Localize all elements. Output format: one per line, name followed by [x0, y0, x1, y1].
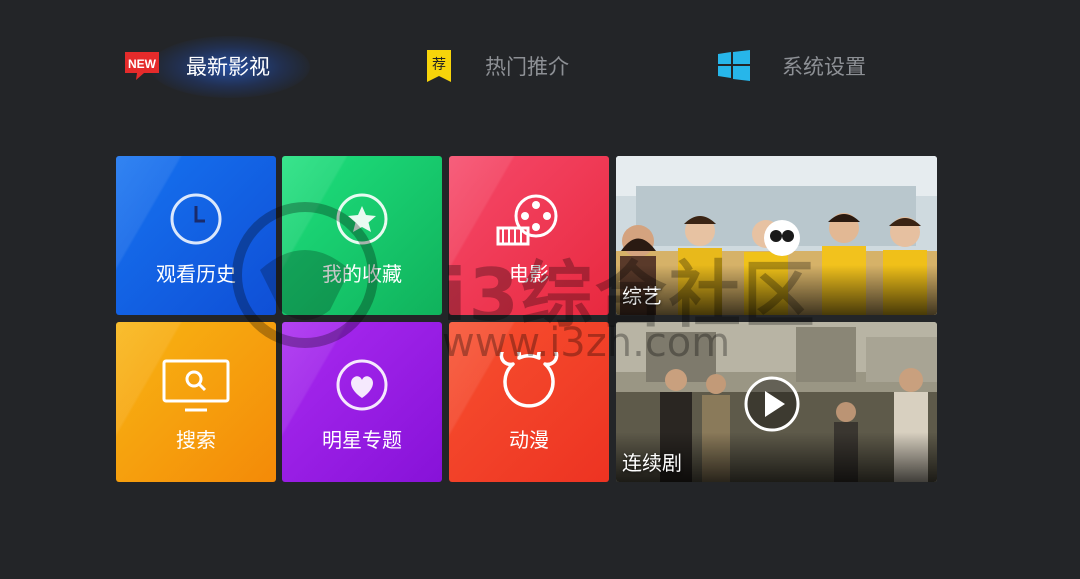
film-reel-icon — [496, 194, 558, 246]
play-icon[interactable] — [743, 375, 801, 433]
tile-variety-label: 综艺 — [622, 284, 662, 308]
tile-stars-label: 明星专题 — [322, 428, 402, 452]
clock-icon — [170, 193, 222, 245]
tile-movie-label: 电影 — [509, 262, 549, 286]
nav-settings[interactable]: 系统设置 — [717, 40, 866, 92]
tile-variety[interactable]: 综艺 — [616, 156, 937, 315]
tile-favorites-label: 我的收藏 — [322, 262, 402, 286]
tile-anime[interactable]: 动漫 — [449, 322, 609, 482]
monitor-search-icon — [162, 359, 230, 412]
recommend-badge-text: 荐 — [432, 57, 446, 73]
tile-favorites[interactable]: 我的收藏 — [282, 156, 442, 315]
nav-settings-label: 系统设置 — [782, 55, 866, 79]
new-badge-text: NEW — [128, 57, 157, 71]
tile-anime-label: 动漫 — [509, 428, 549, 452]
star-icon — [336, 193, 388, 245]
new-badge-icon: NEW — [125, 52, 159, 80]
tile-stars[interactable]: 明星专题 — [282, 322, 442, 482]
bear-icon — [499, 352, 559, 408]
nav-latest-label: 最新影视 — [186, 55, 270, 79]
tile-series[interactable]: 连续剧 — [616, 322, 937, 482]
tile-search[interactable]: 搜索 — [116, 322, 276, 482]
nav-latest[interactable]: NEW 最新影视 — [122, 40, 270, 92]
tile-search-label: 搜索 — [176, 428, 216, 452]
tile-history-label: 观看历史 — [156, 262, 236, 286]
windows-icon — [718, 50, 750, 81]
nav-hot[interactable]: 荐 热门推介 — [425, 40, 569, 92]
tile-movie[interactable]: 电影 — [449, 156, 609, 315]
tile-history[interactable]: 观看历史 — [116, 156, 276, 315]
recommend-badge-icon: 荐 — [427, 50, 451, 82]
heart-icon — [336, 359, 388, 411]
tile-series-label: 连续剧 — [622, 451, 682, 475]
nav-hot-label: 热门推介 — [485, 55, 569, 79]
top-nav: NEW 最新影视 荐 热门推介 系统设置 — [0, 0, 1080, 130]
